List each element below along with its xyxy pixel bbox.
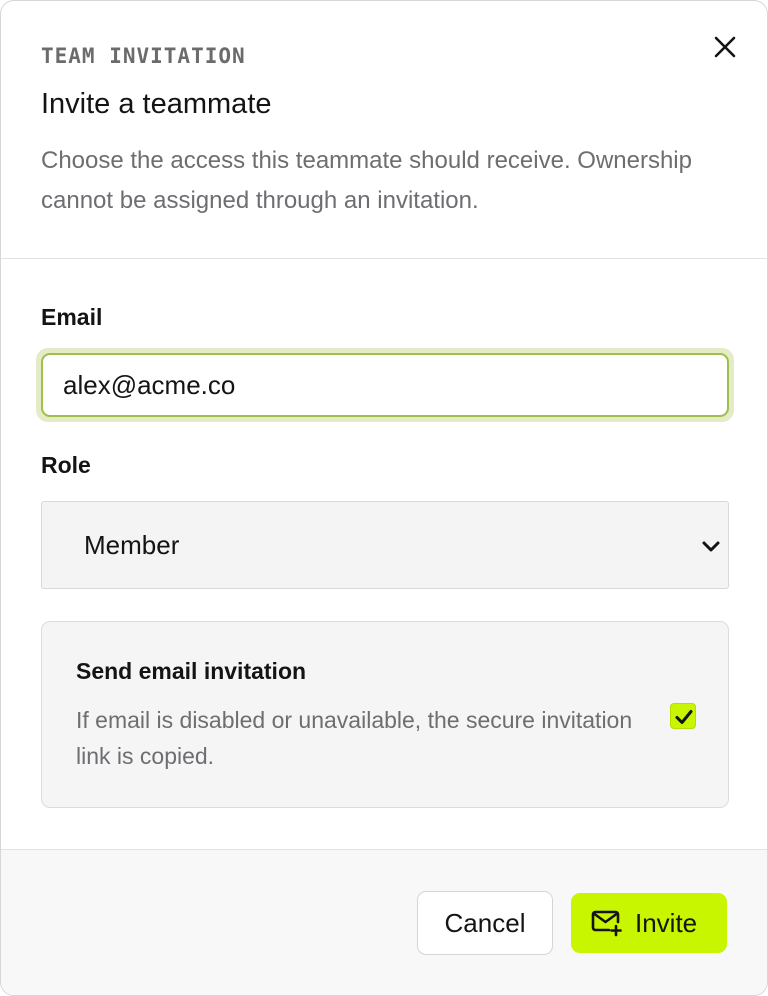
option-description: If email is disabled or unavailable, the… — [76, 707, 633, 769]
send-email-checkbox[interactable] — [670, 703, 696, 729]
cancel-button[interactable]: Cancel — [417, 891, 553, 955]
close-button[interactable] — [707, 29, 743, 65]
role-selected-value: Member — [84, 530, 180, 560]
invite-dialog: TEAM INVITATION Invite a teammate Choose… — [0, 0, 768, 996]
invite-button-label: Invite — [635, 908, 698, 938]
dialog-header: TEAM INVITATION Invite a teammate Choose… — [1, 1, 767, 259]
role-select[interactable]: Member — [41, 501, 729, 589]
email-label: Email — [41, 304, 103, 330]
check-icon — [675, 710, 693, 724]
invite-button[interactable]: Invite — [571, 893, 727, 953]
role-label: Role — [41, 452, 91, 478]
dialog-description: Choose the access this teammate should r… — [41, 147, 692, 214]
option-title: Send email invitation — [76, 658, 307, 684]
email-invitation-option: Send email invitation If email is disabl… — [41, 621, 729, 808]
dialog-footer: Cancel Invite — [1, 849, 767, 995]
close-icon — [714, 36, 736, 58]
email-field[interactable] — [41, 353, 729, 417]
mail-plus-icon — [591, 910, 622, 937]
dialog-title: Invite a teammate — [41, 88, 272, 120]
chevron-down-icon — [702, 541, 720, 552]
dialog-eyebrow: TEAM INVITATION — [41, 44, 246, 68]
